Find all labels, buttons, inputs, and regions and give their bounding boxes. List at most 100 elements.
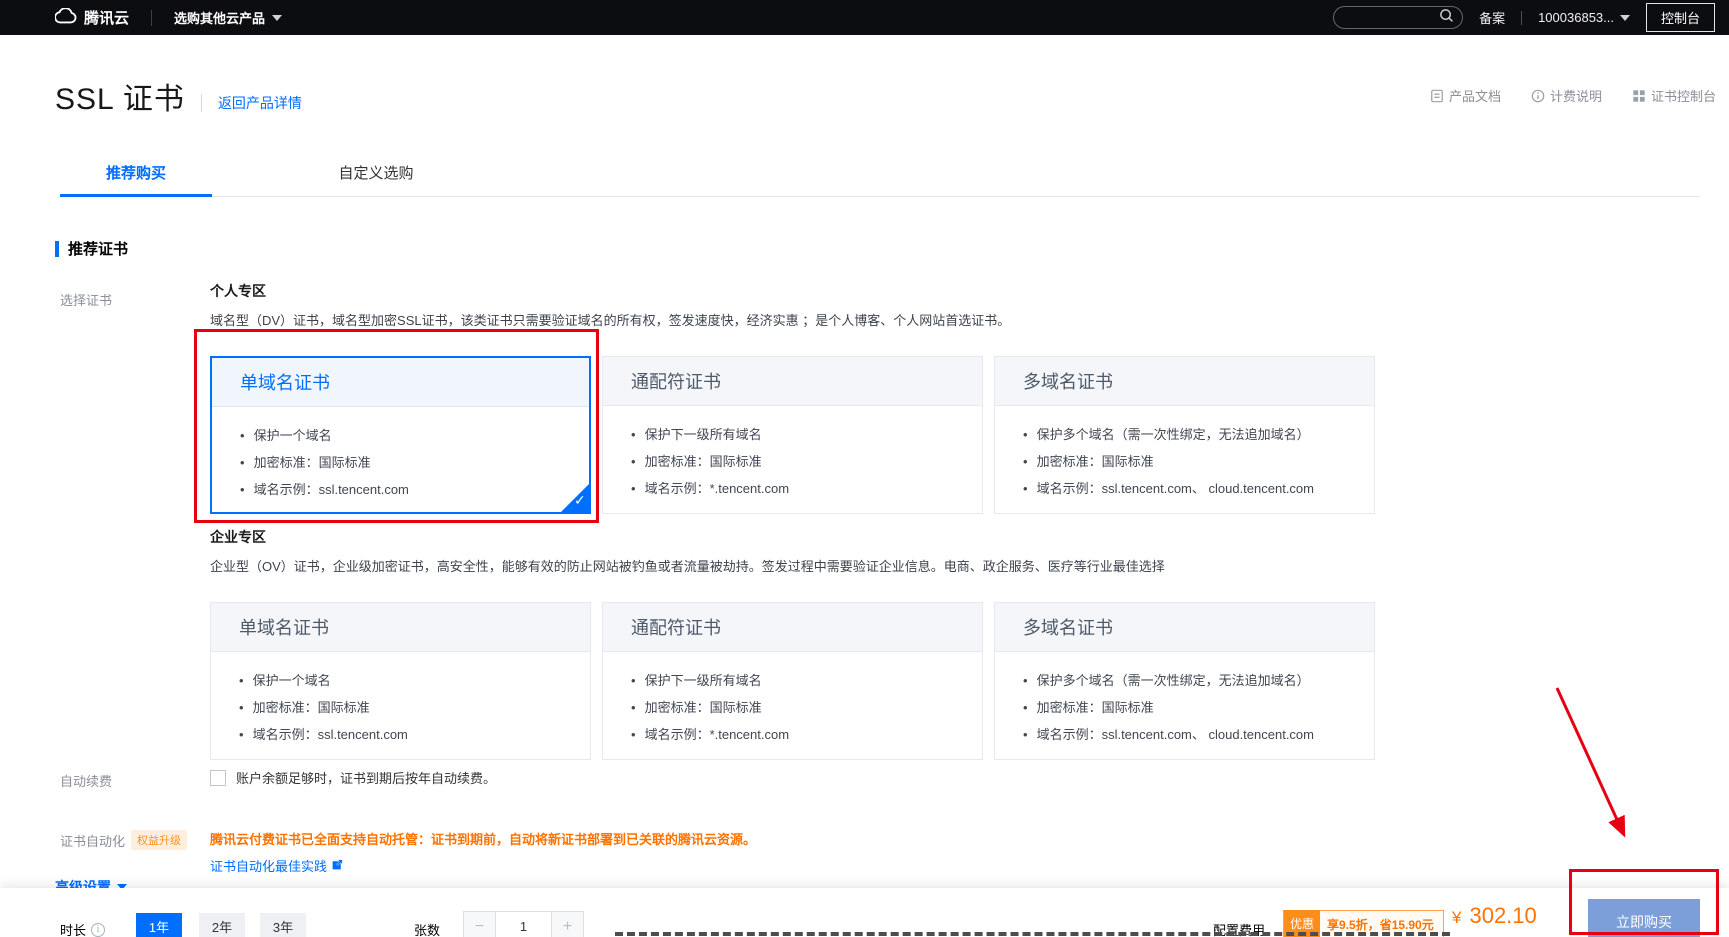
duration-option-2year[interactable]: 2年	[199, 913, 245, 937]
back-to-product-link[interactable]: 返回产品详情	[218, 93, 302, 113]
card-title: 通配符证书	[631, 368, 721, 394]
feature-item: 保护多个域名（需一次性绑定，无法追加域名）	[1023, 421, 1374, 448]
card-header: 单域名证书	[212, 358, 589, 407]
buy-now-button[interactable]: 立即购买	[1588, 899, 1700, 937]
chevron-down-icon	[272, 15, 282, 21]
cert-card-single-domain[interactable]: 单域名证书 保护一个域名 加密标准：国际标准 域名示例：ssl.tencent.…	[210, 356, 591, 514]
top-navbar: 腾讯云 选购其他云产品 备案 100036853... 控制台	[0, 0, 1729, 35]
beian-link[interactable]: 备案	[1479, 8, 1505, 27]
search-input[interactable]	[1344, 11, 1439, 25]
info-icon	[1531, 89, 1545, 103]
tab-recommended-purchase[interactable]: 推荐购买	[60, 162, 212, 196]
feature-item: 域名示例：ssl.tencent.com、 cloud.tencent.com	[1023, 475, 1374, 502]
brand-label: 腾讯云	[84, 7, 129, 28]
feature-item: 加密标准：国际标准	[1023, 694, 1374, 721]
feature-item: 加密标准：国际标准	[240, 449, 589, 476]
card-feature-list: 保护一个域名 加密标准：国际标准 域名示例：ssl.tencent.com	[212, 407, 589, 503]
card-feature-list: 保护多个域名（需一次性绑定，无法追加域名） 加密标准：国际标准 域名示例：ssl…	[995, 406, 1374, 502]
feature-item: 域名示例：*.tencent.com	[631, 721, 982, 748]
selected-corner-badge: ✓	[560, 483, 590, 513]
card-feature-list: 保护多个域名（需一次性绑定，无法追加域名） 加密标准：国际标准 域名示例：ssl…	[995, 652, 1374, 748]
cert-automation-notice: 腾讯云付费证书已全面支持自动托管：证书到期前，自动将新证书部署到已关联的腾讯云资…	[210, 829, 756, 848]
currency-symbol: ¥	[1452, 908, 1461, 928]
quantity-plus-button[interactable]: +	[551, 911, 584, 937]
info-icon[interactable]: i	[91, 923, 105, 937]
nav-separator	[1521, 11, 1522, 25]
enterprise-zone: 企业专区 企业型（OV）证书，企业级加密证书，高安全性，能够有效的防止网站被钓鱼…	[210, 527, 1390, 760]
title-divider	[201, 94, 202, 112]
quantity-input[interactable]	[496, 911, 551, 937]
cert-card-single-domain-enterprise[interactable]: 单域名证书 保护一个域名 加密标准：国际标准 域名示例：ssl.tencent.…	[210, 602, 591, 760]
card-feature-list: 保护一个域名 加密标准：国际标准 域名示例：ssl.tencent.com	[211, 652, 590, 748]
document-icon	[1430, 89, 1444, 103]
other-products-menu[interactable]: 选购其他云产品	[174, 8, 282, 27]
console-button[interactable]: 控制台	[1646, 3, 1715, 32]
account-menu[interactable]: 100036853...	[1538, 10, 1630, 25]
nav-divider	[151, 10, 152, 26]
cert-automation-label: 证书自动化	[60, 831, 125, 850]
feature-item: 保护一个域名	[239, 667, 590, 694]
feature-item: 保护下一级所有域名	[631, 421, 982, 448]
card-title: 多域名证书	[1023, 614, 1113, 640]
cert-card-wildcard[interactable]: 通配符证书 保护下一级所有域名 加密标准：国际标准 域名示例：*.tencent…	[602, 356, 983, 514]
benefit-upgrade-badge: 权益升级	[131, 830, 187, 850]
quantity-stepper: − +	[463, 911, 584, 937]
cert-automation-best-practice-link[interactable]: 证书自动化最佳实践	[210, 856, 344, 875]
duration-label: 时长	[60, 920, 86, 937]
cert-card-multi-domain[interactable]: 多域名证书 保护多个域名（需一次性绑定，无法追加域名） 加密标准：国际标准 域名…	[994, 356, 1375, 514]
product-docs-link[interactable]: 产品文档	[1430, 86, 1501, 105]
feature-item: 加密标准：国际标准	[631, 694, 982, 721]
duration-option-3year[interactable]: 3年	[260, 913, 306, 937]
auto-renew-text: 账户余额足够时，证书到期后按年自动续费。	[236, 768, 496, 787]
grid-icon	[1632, 89, 1646, 103]
billing-info-link[interactable]: 计费说明	[1531, 86, 1602, 105]
quantity-label: 张数	[414, 920, 440, 937]
discount-text: 享9.5折，省15.90元	[1327, 916, 1434, 933]
card-header: 单域名证书	[211, 603, 590, 652]
auto-renew-label: 自动续费	[60, 771, 112, 790]
enterprise-zone-title: 企业专区	[210, 527, 1390, 547]
feature-item: 域名示例：ssl.tencent.com、 cloud.tencent.com	[1023, 721, 1374, 748]
card-feature-list: 保护下一级所有域名 加密标准：国际标准 域名示例：*.tencent.com	[603, 652, 982, 748]
feature-item: 加密标准：国际标准	[239, 694, 590, 721]
duration-option-1year[interactable]: 1年	[136, 913, 182, 937]
enterprise-zone-description: 企业型（OV）证书，企业级加密证书，高安全性，能够有效的防止网站被钓鱼或者流量被…	[210, 556, 1390, 575]
tencent-cloud-logo[interactable]: 腾讯云	[55, 7, 129, 28]
feature-item: 域名示例：ssl.tencent.com	[240, 476, 589, 503]
feature-item: 保护一个域名	[240, 422, 589, 449]
feature-item: 域名示例：*.tencent.com	[631, 475, 982, 502]
section-title: 推荐证书	[68, 238, 128, 259]
cert-card-multi-domain-enterprise[interactable]: 多域名证书 保护多个域名（需一次性绑定，无法追加域名） 加密标准：国际标准 域名…	[994, 602, 1375, 760]
personal-zone-title: 个人专区	[210, 281, 1390, 301]
card-title: 通配符证书	[631, 614, 721, 640]
navbar-search[interactable]	[1333, 6, 1463, 29]
card-title: 单域名证书	[239, 614, 329, 640]
auto-renew-checkbox[interactable]	[210, 770, 226, 786]
section-accent-bar	[55, 241, 59, 257]
search-icon[interactable]	[1439, 8, 1454, 28]
chevron-down-icon	[1620, 15, 1630, 21]
card-header: 多域名证书	[995, 603, 1374, 652]
annotation-arrow	[1545, 682, 1655, 850]
cert-card-wildcard-enterprise[interactable]: 通配符证书 保护下一级所有域名 加密标准：国际标准 域名示例：*.tencent…	[602, 602, 983, 760]
card-header: 通配符证书	[603, 603, 982, 652]
feature-item: 加密标准：国际标准	[631, 448, 982, 475]
select-cert-label: 选择证书	[60, 290, 112, 309]
cloud-logo-icon	[55, 8, 77, 28]
tab-custom-purchase[interactable]: 自定义选购	[300, 162, 452, 196]
page-title: SSL 证书	[55, 74, 185, 118]
purchase-tabs: 推荐购买 自定义选购	[60, 162, 1700, 197]
feature-item: 保护多个域名（需一次性绑定，无法追加域名）	[1023, 667, 1374, 694]
card-feature-list: 保护下一级所有域名 加密标准：国际标准 域名示例：*.tencent.com	[603, 406, 982, 502]
personal-zone-description: 域名型（DV）证书，域名型加密SSL证书，该类证书只需要验证域名的所有权，签发速…	[210, 310, 1390, 329]
feature-item: 保护下一级所有域名	[631, 667, 982, 694]
feature-item: 加密标准：国际标准	[1023, 448, 1374, 475]
card-header: 多域名证书	[995, 357, 1374, 406]
card-header: 通配符证书	[603, 357, 982, 406]
cut-off-element-dashes	[615, 932, 1450, 936]
cert-console-link[interactable]: 证书控制台	[1632, 86, 1716, 105]
quantity-minus-button[interactable]: −	[463, 911, 496, 937]
card-title: 多域名证书	[1023, 368, 1113, 394]
card-title: 单域名证书	[240, 369, 330, 395]
external-link-icon	[331, 858, 344, 874]
